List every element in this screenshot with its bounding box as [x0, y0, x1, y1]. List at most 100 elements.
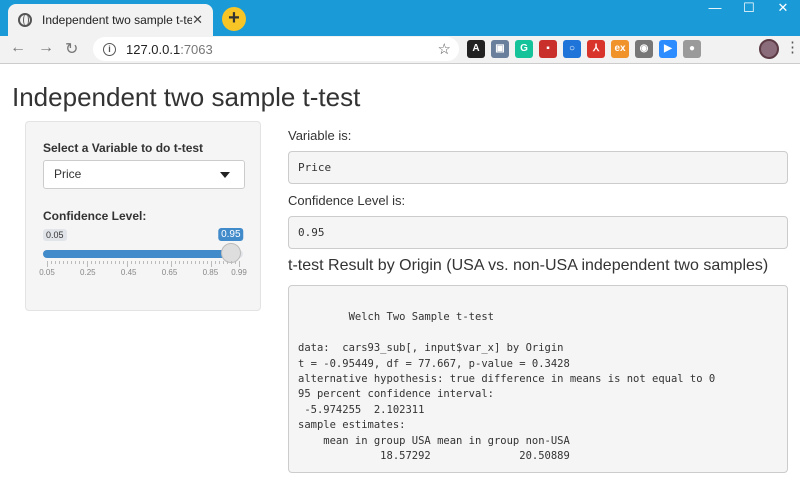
tab-title: Independent two sample t-test: [42, 13, 193, 27]
slider-tick: [147, 261, 148, 264]
slider-tick: [143, 261, 144, 264]
slider-tick: [175, 261, 176, 264]
close-tab-icon[interactable]: ✕: [192, 12, 203, 28]
slider-tick: [223, 261, 224, 264]
browser-tab-strip: Independent two sample t-test ✕ + — ☐ ✕: [0, 0, 800, 36]
slider-tick: [79, 261, 80, 264]
slider-tick: [171, 261, 172, 267]
slider-tick: [235, 261, 236, 264]
result-title: t-test Result by Origin (USA vs. non-USA…: [288, 257, 769, 274]
slider-tick: [99, 261, 100, 264]
slider-fill: [43, 250, 231, 258]
confidence-is-label: Confidence Level is:: [288, 193, 406, 208]
extension-icons: A ▣ G ▪ ○ ⅄ ex ◉ ▶ ●: [467, 40, 701, 58]
slider-tick: [47, 261, 48, 267]
menu-dots-icon[interactable]: ⋮: [785, 39, 800, 57]
new-tab-button[interactable]: +: [222, 7, 246, 31]
slider-tick: [231, 261, 232, 264]
bookmark-star-icon[interactable]: ☆: [438, 40, 451, 58]
a-extension-icon[interactable]: A: [467, 40, 485, 58]
slider-tick: [51, 261, 52, 264]
profile-avatar[interactable]: [759, 39, 779, 59]
address-bar[interactable]: i 127.0.0.1:7063 ☆: [93, 37, 459, 61]
variable-select[interactable]: Price: [43, 160, 245, 189]
slider-tick: [119, 261, 120, 264]
slider-tick-label: 0.65: [161, 268, 178, 277]
slider-tick-labels: 0.05 0.25 0.45 0.65 0.85 0.99: [39, 268, 247, 280]
result-text: Welch Two Sample t-test data: cars93_sub…: [298, 311, 716, 463]
slider-tick: [67, 261, 68, 264]
variable-is-label: Variable is:: [288, 128, 352, 143]
maximize-icon[interactable]: ☐: [732, 0, 766, 20]
pdf-icon[interactable]: ⅄: [587, 40, 605, 58]
slider-tick: [163, 261, 164, 264]
slider-tick-label: 0.25: [80, 268, 96, 277]
slider-tick: [135, 261, 136, 264]
slider-handle[interactable]: [220, 243, 241, 263]
slider-tick: [91, 261, 92, 264]
slider-tick: [63, 261, 64, 264]
slider-tick: [227, 261, 228, 264]
minimize-icon[interactable]: —: [698, 0, 732, 20]
back-arrow-icon[interactable]: ←: [10, 39, 26, 57]
slider-min-badge: 0.05: [43, 229, 67, 241]
slider-tick: [179, 261, 180, 264]
zoom-icon[interactable]: ▶: [659, 40, 677, 58]
slider-tick: [183, 261, 184, 264]
slider-tick-label: 0.99: [231, 268, 247, 277]
slider-tick: [191, 261, 192, 264]
slider-tick: [123, 261, 124, 264]
variable-is-output: Price: [288, 151, 788, 184]
slider-tick: [203, 261, 204, 264]
slider-tick: [115, 261, 116, 264]
variable-select-label: Select a Variable to do t-test: [43, 141, 204, 155]
slider-tick: [207, 261, 208, 264]
caret-down-icon: [220, 172, 230, 178]
slider-tick: [55, 261, 56, 264]
slider-tick: [127, 261, 128, 267]
screen-capture-icon[interactable]: ▪: [539, 40, 557, 58]
slider-tick: [155, 261, 156, 264]
ex-extension-icon[interactable]: ex: [611, 40, 629, 58]
slider-tick: [75, 261, 76, 264]
slider-tick: [107, 261, 108, 264]
info-icon[interactable]: i: [103, 42, 116, 56]
confidence-level-label: Confidence Level:: [43, 209, 147, 223]
sidebar-panel: Select a Variable to do t-test Price Con…: [25, 121, 261, 311]
slider-tick: [167, 261, 168, 264]
reload-icon[interactable]: ↻: [65, 39, 78, 59]
slider-tick-label: 0.85: [202, 268, 219, 277]
slider-tick: [151, 261, 152, 264]
slider-tick: [211, 261, 212, 267]
globe-extension-icon[interactable]: ●: [683, 40, 701, 58]
circle-extension-icon[interactable]: ○: [563, 40, 581, 58]
forward-arrow-icon[interactable]: →: [38, 39, 54, 57]
browser-tab[interactable]: Independent two sample t-test ✕: [8, 4, 213, 36]
result-output: Welch Two Sample t-test data: cars93_sub…: [288, 285, 788, 473]
slider-tick-label: 0.45: [120, 268, 137, 277]
slider-tick: [131, 261, 132, 264]
record-icon[interactable]: ◉: [635, 40, 653, 58]
close-window-icon[interactable]: ✕: [766, 0, 800, 20]
slider-tick: [219, 261, 220, 264]
url-host: 127.0.0.1: [126, 41, 181, 57]
slider-tick: [83, 261, 84, 264]
variable-select-value: Price: [54, 167, 82, 181]
slider-tick: [111, 261, 112, 264]
slider-tick: [139, 261, 140, 264]
slider-tick: [199, 261, 200, 264]
grammarly-icon[interactable]: G: [515, 40, 533, 58]
confidence-slider[interactable]: 0.05 0.95 0.05 0.25 0.45 0.65 0.85 0.99: [39, 228, 247, 289]
globe-icon: [18, 13, 32, 27]
url-port: :7063: [180, 41, 213, 57]
slider-tick: [187, 261, 188, 264]
slider-tick: [103, 261, 104, 264]
slider-tick: [159, 261, 160, 264]
browser-toolbar: ← → ↻ i 127.0.0.1:7063 ☆ A ▣ G ▪ ○ ⅄ ex ◉ ▶ ● ⋮: [0, 36, 800, 64]
image-extension-icon[interactable]: ▣: [491, 40, 509, 58]
slider-tick: [59, 261, 60, 264]
slider-tick-label: 0.05: [39, 268, 55, 277]
slider-tick: [87, 261, 88, 267]
slider-tick: [215, 261, 216, 264]
slider-tick: [71, 261, 72, 264]
